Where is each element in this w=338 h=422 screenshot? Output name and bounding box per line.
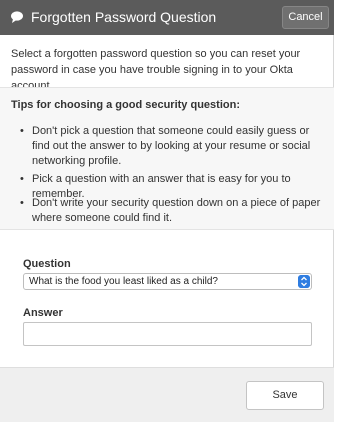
dialog-title: Forgotten Password Question [31, 9, 217, 25]
answer-label: Answer [23, 307, 63, 319]
tip-text: Don't pick a question that someone could… [32, 125, 311, 167]
speech-bubble-icon [11, 11, 23, 23]
tips-heading: Tips for choosing a good security questi… [11, 99, 240, 111]
bullet-icon: • [20, 125, 24, 137]
divider [0, 229, 334, 230]
dialog-footer: Save [0, 367, 334, 422]
tip-text: Don't write your security question down … [32, 197, 321, 224]
question-select[interactable]: What is the food you least liked as a ch… [23, 273, 312, 290]
question-label: Question [23, 258, 71, 270]
tips-section: Tips for choosing a good security questi… [0, 88, 334, 229]
answer-input[interactable] [23, 322, 312, 346]
select-stepper-icon [298, 275, 310, 288]
forgotten-password-question-dialog: Forgotten Password Question Cancel Selec… [0, 0, 334, 422]
bullet-icon: • [20, 197, 24, 209]
bullet-icon: • [20, 173, 24, 185]
save-button[interactable]: Save [246, 381, 324, 410]
cancel-button[interactable]: Cancel [282, 6, 329, 29]
question-select-value: What is the food you least liked as a ch… [29, 276, 218, 287]
dialog-header: Forgotten Password Question Cancel [0, 0, 334, 35]
